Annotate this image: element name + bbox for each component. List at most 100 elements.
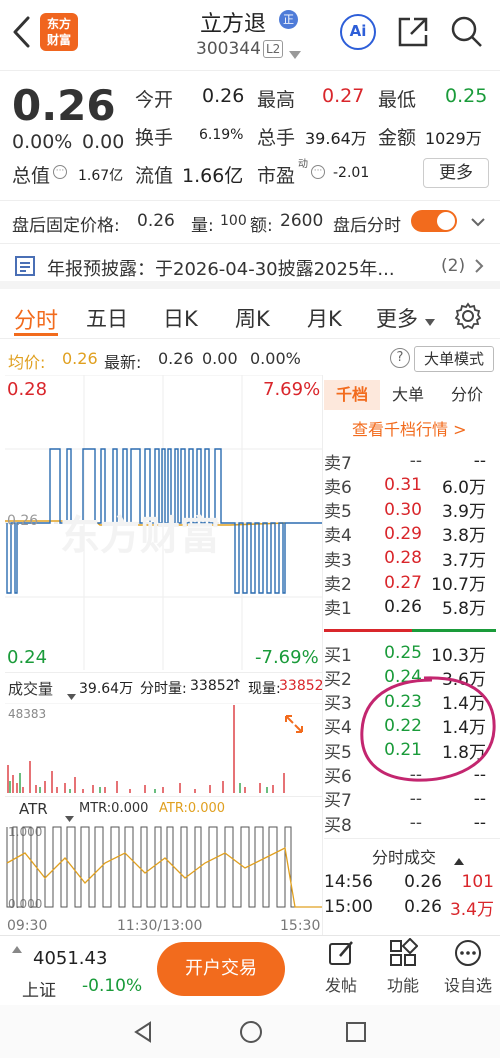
cur-volume: 33852 bbox=[279, 678, 324, 694]
notice-count: (2) bbox=[441, 256, 466, 276]
watermark: 东方财富 bbox=[60, 513, 220, 559]
trade-volume: 3.4万 bbox=[449, 899, 494, 920]
tick-volume: 33852 bbox=[190, 678, 235, 694]
function-button[interactable]: 功能 bbox=[380, 937, 426, 996]
ask-row[interactable]: 卖1 0.26 5.8万 bbox=[324, 595, 500, 620]
caret-up-icon bbox=[454, 850, 464, 869]
expand-icon[interactable] bbox=[283, 713, 305, 739]
volume-bars bbox=[5, 703, 322, 793]
view-thousand-link[interactable]: 查看千档行情 > bbox=[352, 416, 467, 440]
status-badge: 正 bbox=[279, 10, 298, 29]
tab-intraday[interactable]: 分时 bbox=[14, 303, 58, 335]
tick-volume-label: 分时量: bbox=[140, 681, 187, 697]
orderbook-tabs: 千档 大单 分价 bbox=[324, 380, 494, 410]
ask-row[interactable]: 卖4 0.29 3.8万 bbox=[324, 522, 500, 547]
bottom-toolbar: 4051.43 上证 -0.10% 开户交易 发帖 功能 设自选 bbox=[0, 935, 500, 1005]
ask-label: 卖1 bbox=[324, 599, 352, 620]
back-arrow-icon[interactable] bbox=[2, 12, 42, 52]
add-watchlist-button[interactable]: 设自选 bbox=[440, 938, 496, 996]
volume-label: 总手 bbox=[257, 127, 296, 149]
ask-row[interactable]: 卖3 0.28 3.7万 bbox=[324, 546, 500, 571]
ai-assistant-icon[interactable]: Ai bbox=[338, 12, 378, 52]
avg-label: 均价: bbox=[8, 353, 46, 372]
bid-volume: -- bbox=[473, 813, 486, 834]
tab-more[interactable]: 更多 bbox=[376, 303, 418, 333]
tab-five-day[interactable]: 五日 bbox=[86, 303, 128, 333]
amount-value: 1029万 bbox=[425, 129, 482, 148]
y-top-price: 0.28 bbox=[7, 379, 48, 400]
tab-thousand-levels[interactable]: 千档 bbox=[324, 380, 380, 410]
open-account-button[interactable]: 开户交易 bbox=[157, 942, 285, 996]
bid-label: 买8 bbox=[324, 815, 352, 836]
chevron-right-icon[interactable] bbox=[474, 258, 484, 278]
low-label: 最低 bbox=[378, 89, 417, 111]
mktcap-label: 总值 bbox=[12, 165, 51, 187]
ask-divider bbox=[324, 629, 412, 632]
ah-toggle-label: 盘后分时 bbox=[333, 216, 401, 236]
trade-row: 14:56 0.26 101 bbox=[324, 870, 500, 894]
ask-row[interactable]: 卖6 0.31 6.0万 bbox=[324, 473, 500, 498]
volume-total: 39.64万 bbox=[79, 681, 134, 697]
intraday-info-row: 均价: 0.26 最新: 0.26 0.00 0.00% ? 大单模式 bbox=[0, 344, 500, 374]
ask-row[interactable]: 卖5 0.30 3.9万 bbox=[324, 498, 500, 523]
pe-label: 市盈 bbox=[257, 165, 296, 187]
post-button[interactable]: 发帖 bbox=[318, 938, 364, 996]
nav-home-icon[interactable] bbox=[239, 1020, 263, 1048]
ask-row[interactable]: 卖2 0.27 10.7万 bbox=[324, 571, 500, 596]
settings-gear-icon[interactable] bbox=[454, 302, 482, 334]
more-info-icon[interactable]: ··· bbox=[53, 165, 67, 179]
volume-label[interactable]: 成交量 bbox=[8, 678, 53, 699]
index-change: -0.10% bbox=[82, 976, 143, 996]
notice-bar[interactable]: 年报预披露：于2026-04-30披露2025年... (2) bbox=[0, 243, 500, 289]
nav-recents-icon[interactable] bbox=[345, 1021, 367, 1047]
chevron-down-icon[interactable] bbox=[470, 213, 486, 233]
bid-row[interactable]: 买7 -- -- bbox=[324, 787, 500, 812]
pe-superscript: 动 bbox=[298, 159, 308, 170]
tab-daily-k[interactable]: 日K bbox=[163, 303, 198, 333]
latest-label: 最新: bbox=[104, 353, 142, 372]
atr-panel[interactable]: ATR MTR:0.000 ATR:0.000 1.000 0.000 bbox=[5, 796, 322, 918]
latest-change-pct: 0.00% bbox=[250, 349, 301, 368]
big-order-mode-button[interactable]: 大单模式 bbox=[414, 346, 494, 372]
time-axis: 09:30 11:30/13:00 15:30 bbox=[5, 918, 322, 934]
tab-monthly-k[interactable]: 月K bbox=[307, 303, 342, 333]
time-start: 09:30 bbox=[7, 918, 48, 934]
caret-down-icon bbox=[425, 311, 435, 330]
tab-weekly-k[interactable]: 周K bbox=[235, 303, 270, 333]
share-icon[interactable] bbox=[393, 12, 433, 52]
ask-row[interactable]: 卖7 -- -- bbox=[324, 449, 500, 474]
tab-big-orders[interactable]: 大单 bbox=[392, 380, 424, 410]
y-bottom-price: 0.24 bbox=[7, 647, 48, 668]
chevron-down-icon[interactable] bbox=[289, 44, 301, 63]
latest-value: 0.26 bbox=[158, 349, 194, 368]
ah-toggle-switch[interactable] bbox=[411, 210, 457, 232]
y-top-pct: 7.69% bbox=[263, 379, 321, 400]
volume-panel[interactable]: 成交量 39.64万 分时量: 33852 ↑ 现量: 33852 48383 bbox=[5, 672, 324, 794]
y-bottom-pct: -7.69% bbox=[255, 647, 319, 668]
trades-header[interactable]: 分时成交 bbox=[324, 838, 500, 868]
more-button[interactable]: 更多 bbox=[423, 158, 489, 188]
time-end: 15:30 bbox=[280, 918, 321, 934]
atr-label[interactable]: ATR bbox=[19, 800, 48, 818]
help-icon[interactable]: ? bbox=[390, 348, 410, 368]
pe-info-icon[interactable]: ··· bbox=[311, 165, 325, 179]
time-mid: 11:30/13:00 bbox=[117, 918, 203, 934]
tab-price-dist[interactable]: 分价 bbox=[451, 380, 483, 410]
ask-price: -- bbox=[409, 451, 422, 471]
pe-value: -2.01 bbox=[333, 165, 370, 181]
ah-amt: 2600 bbox=[280, 211, 324, 231]
chart-tabs: 分时 五日 日K 周K 月K 更多 bbox=[0, 297, 500, 339]
ask-volume: 3.8万 bbox=[441, 526, 486, 547]
price-chart[interactable]: 东方财富 0.28 7.69% 0.26 0.24 -7.69% bbox=[5, 375, 322, 670]
mtr-value: MTR:0.000 bbox=[79, 801, 149, 816]
ask-price: 0.26 bbox=[384, 596, 422, 617]
bid-label: 买1 bbox=[324, 645, 352, 666]
nav-back-icon[interactable] bbox=[132, 1020, 154, 1048]
ask-price: 0.27 bbox=[384, 572, 422, 593]
up-arrow-icon: ↑ bbox=[231, 677, 243, 693]
grid-icon bbox=[390, 937, 419, 966]
search-icon[interactable] bbox=[447, 12, 487, 52]
bid-row[interactable]: 买1 0.25 10.3万 bbox=[324, 641, 500, 666]
bid-row[interactable]: 买8 -- -- bbox=[324, 811, 500, 836]
bid-label: 买6 bbox=[324, 767, 352, 787]
